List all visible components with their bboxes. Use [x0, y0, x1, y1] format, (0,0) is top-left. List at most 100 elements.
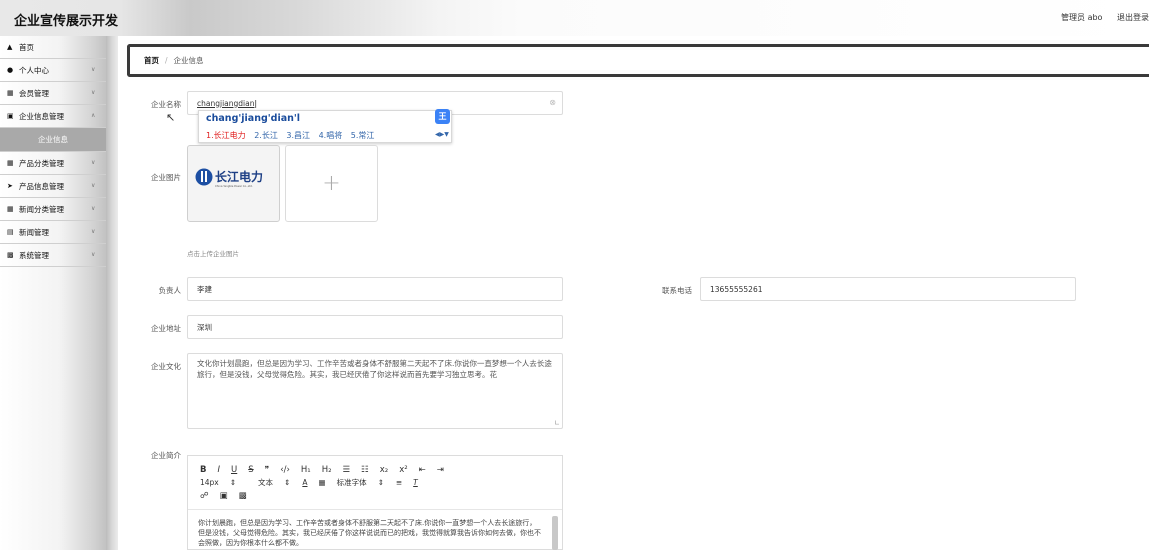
bold-icon[interactable]: B: [200, 465, 206, 475]
editor-scrollbar[interactable]: [552, 516, 558, 550]
company-image-thumbnail[interactable]: 长江电力 China Yangtze Power Co.,Ltd.: [187, 145, 280, 222]
ime-candidate-window: chang'jiang'dian'l 1.长江电力 2.长江 3.昌江 4.唱将…: [198, 110, 452, 143]
align-icon[interactable]: ≡: [396, 478, 402, 487]
outdent-icon[interactable]: ⇤: [419, 465, 426, 475]
company-logo: 长江电力 China Yangtze Power Co.,Ltd.: [195, 168, 263, 188]
ime-logo-icon: 王: [435, 109, 450, 124]
bullet-list-icon[interactable]: ☷: [361, 465, 369, 475]
address-label: 企业地址: [151, 324, 181, 333]
phone-label: 联系电话: [662, 286, 692, 295]
phone-value: 13655555261: [710, 284, 763, 294]
sidebar-item-label: 产品分类管理: [19, 158, 64, 168]
chevron-down-icon: ∨: [91, 182, 96, 189]
mouse-cursor-icon: ↖: [166, 111, 176, 124]
chevron-down-icon: ∨: [91, 205, 96, 212]
ime-candidate[interactable]: 5.常江: [351, 131, 375, 140]
text-cursor: |: [254, 98, 257, 108]
chevron-updown-icon[interactable]: ⇕: [284, 478, 290, 487]
culture-textarea[interactable]: 文化你计划晨跑，但总是因为学习、工作辛苦或者身体不舒服第二天起不了床.你说你一直…: [187, 353, 563, 429]
code-icon[interactable]: ‹/›: [280, 465, 290, 475]
ime-candidate[interactable]: 4.唱将: [319, 131, 343, 140]
editor-content[interactable]: 你计划晨跑，但总是因为学习、工作辛苦或者身体不舒服第二天起不了床.你说你一直梦想…: [198, 518, 543, 548]
superscript-icon[interactable]: x²: [399, 465, 407, 475]
chevron-updown-icon[interactable]: ⇕: [230, 478, 236, 487]
company-image-label: 企业图片: [151, 173, 181, 182]
grid-icon: ▦: [7, 159, 14, 167]
chevron-updown-icon[interactable]: ⇕: [378, 478, 384, 487]
upload-image-button[interactable]: +: [285, 145, 378, 222]
sidebar-subitem-company-info[interactable]: 企业信息: [0, 128, 106, 152]
sidebar-item-news-category[interactable]: ▦ 新闻分类管理 ∨: [0, 198, 106, 221]
address-input[interactable]: 深圳: [187, 315, 563, 339]
text-type-select[interactable]: 文本: [258, 477, 273, 488]
sidebar-item-label: 首页: [19, 42, 34, 52]
ime-candidate[interactable]: 1.长江电力: [206, 131, 246, 140]
sidebar-item-label: 企业信息管理: [19, 111, 64, 121]
manager-value: 李建: [197, 284, 212, 294]
admin-user[interactable]: 管理员 abo: [1061, 13, 1102, 22]
sidebar-item-news[interactable]: ▤ 新闻管理 ∨: [0, 221, 106, 244]
chevron-up-icon: ∧: [91, 112, 96, 119]
link-icon[interactable]: ☍: [200, 491, 209, 501]
clear-icon[interactable]: ⊗: [549, 98, 556, 107]
chevron-down-icon: ∨: [91, 89, 96, 96]
strike-icon[interactable]: S: [248, 465, 253, 475]
chevron-down-icon: ∨: [91, 251, 96, 258]
top-bar: 企业宣传展示开发 管理员 abo 退出登录: [0, 0, 1149, 36]
font-family-select[interactable]: 标准字体: [337, 477, 367, 488]
breadcrumb-separator: /: [165, 56, 168, 65]
clear-format-icon[interactable]: T: [413, 478, 418, 487]
app-title: 企业宣传展示开发: [14, 14, 119, 29]
image-icon[interactable]: ▣: [220, 491, 228, 501]
sidebar: ▲ 首页 ● 个人中心 ∨ ▦ 会员管理 ∨ ▣ 企业信息管理 ∧ 企业信息 ▦…: [0, 36, 106, 550]
indent-icon[interactable]: ⇥: [437, 465, 444, 475]
heading1-icon[interactable]: H₁: [301, 465, 311, 475]
sidebar-item-product-category[interactable]: ▦ 产品分类管理 ∨: [0, 152, 106, 175]
address-value: 深圳: [197, 322, 212, 332]
ime-candidate-list: 1.长江电力 2.长江 3.昌江 4.唱将 5.常江: [206, 130, 380, 141]
content-shadow: [106, 36, 118, 550]
ime-pinyin: chang'jiang'dian'l: [206, 113, 301, 124]
chevron-down-icon: ∨: [91, 228, 96, 235]
resize-handle-icon[interactable]: ∟: [554, 418, 560, 429]
send-icon: ➤: [7, 182, 13, 190]
font-color-icon[interactable]: A: [302, 478, 307, 487]
culture-value: 文化你计划晨跑，但总是因为学习、工作辛苦或者身体不舒服第二天起不了床.你说你一直…: [197, 359, 552, 379]
ime-candidate[interactable]: 3.昌江: [286, 131, 310, 140]
video-icon[interactable]: ▩: [239, 491, 247, 501]
sidebar-item-members[interactable]: ▦ 会员管理 ∨: [0, 82, 106, 105]
italic-icon[interactable]: I: [217, 465, 220, 475]
grid-icon: ▦: [7, 205, 14, 213]
subscript-icon[interactable]: x₂: [380, 465, 388, 475]
underline-icon[interactable]: U: [231, 465, 237, 475]
culture-label: 企业文化: [151, 362, 181, 371]
breadcrumb: 首页 / 企业信息: [127, 44, 1149, 77]
breadcrumb-home[interactable]: 首页: [144, 55, 159, 66]
heading2-icon[interactable]: H₂: [322, 465, 332, 475]
sidebar-item-label: 企业信息: [38, 135, 68, 144]
sidebar-item-product-info[interactable]: ➤ 产品信息管理 ∨: [0, 175, 106, 198]
sidebar-item-label: 新闻管理: [19, 227, 49, 237]
rich-text-editor[interactable]: B I U S ❞ ‹/› H₁ H₂ ☰ ☷ x₂ x² ⇤ ⇥ 14px ⇕…: [187, 455, 563, 550]
font-size-select[interactable]: 14px: [200, 478, 219, 487]
logout-link[interactable]: 退出登录: [1117, 13, 1149, 22]
sidebar-item-profile[interactable]: ● 个人中心 ∨: [0, 59, 106, 82]
sidebar-item-company-mgmt[interactable]: ▣ 企业信息管理 ∧: [0, 105, 106, 128]
ordered-list-icon[interactable]: ☰: [343, 465, 351, 475]
monitor-icon: ▩: [7, 251, 14, 259]
sidebar-item-label: 系统管理: [19, 250, 49, 260]
quote-icon[interactable]: ❞: [265, 465, 270, 475]
chevron-down-icon: ∨: [91, 66, 96, 73]
building-icon: ▣: [7, 112, 14, 120]
sidebar-item-system[interactable]: ▩ 系统管理 ∨: [0, 244, 106, 267]
manager-label: 负责人: [158, 286, 182, 295]
phone-input[interactable]: 13655555261: [700, 277, 1076, 301]
ime-page-arrows-icon[interactable]: ◀▶▼: [435, 131, 449, 138]
top-right-actions: 管理员 abo 退出登录: [1049, 12, 1149, 23]
user-icon: ●: [7, 66, 14, 74]
background-color-icon[interactable]: ▦: [318, 478, 325, 487]
ime-candidate[interactable]: 2.长江: [254, 131, 278, 140]
doc-icon: ▤: [7, 228, 14, 236]
sidebar-item-home[interactable]: ▲ 首页: [0, 36, 106, 59]
manager-input[interactable]: 李建: [187, 277, 563, 301]
